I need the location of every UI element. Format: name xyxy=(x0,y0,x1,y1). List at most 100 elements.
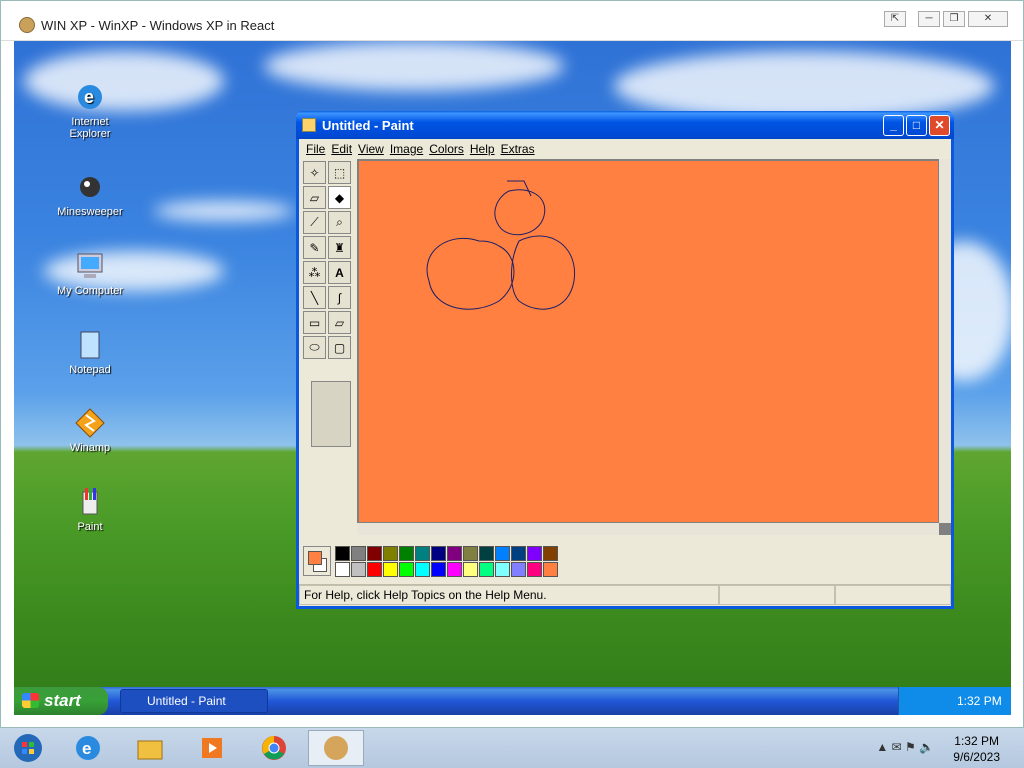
desktop-icon-winamp[interactable]: Winamp xyxy=(55,407,125,454)
desktop-icon-label: Minesweeper xyxy=(57,206,123,218)
pencil-icon[interactable]: ✎ xyxy=(303,236,326,259)
color-swatch[interactable] xyxy=(527,562,542,577)
horizontal-scrollbar[interactable] xyxy=(357,523,939,535)
color-swatch[interactable] xyxy=(399,546,414,561)
current-colors[interactable] xyxy=(303,546,331,576)
rectangle-icon[interactable]: ▭ xyxy=(303,311,326,334)
status-text: For Help, click Help Topics on the Help … xyxy=(299,585,719,605)
windows-start-orb[interactable] xyxy=(0,730,56,766)
color-swatch[interactable] xyxy=(511,562,526,577)
color-swatch[interactable] xyxy=(431,546,446,561)
color-swatch[interactable] xyxy=(511,546,526,561)
paint-icon xyxy=(74,486,106,518)
ie-taskbar-icon[interactable]: e xyxy=(60,730,116,766)
color-swatch[interactable] xyxy=(415,562,430,577)
host-resize-button[interactable]: ⇱ xyxy=(884,11,906,27)
eraser-icon[interactable]: ▱ xyxy=(303,186,326,209)
toolbox: ✧ ⬚ ▱ ◆ ⟋ ⌕ ✎ ♜ ⁂ A ╲ ∫ ▭ ▱ ⬭ ▢ xyxy=(303,161,353,521)
xp-taskbar: start Untitled - Paint 1:32 PM xyxy=(14,687,1011,715)
menu-image[interactable]: Image xyxy=(387,142,426,156)
color-swatch[interactable] xyxy=(479,562,494,577)
tray-icons: ▲ ✉ ⚑ 🔈 xyxy=(876,740,934,754)
free-select-icon[interactable]: ✧ xyxy=(303,161,326,184)
color-swatch[interactable] xyxy=(543,546,558,561)
desktop-icon-my-computer[interactable]: My Computer xyxy=(55,250,125,297)
menu-view[interactable]: View xyxy=(355,142,387,156)
explorer-taskbar-icon[interactable] xyxy=(122,730,178,766)
color-swatch[interactable] xyxy=(351,546,366,561)
rect-select-icon[interactable]: ⬚ xyxy=(328,161,351,184)
maximize-button[interactable]: □ xyxy=(906,114,927,136)
menu-help[interactable]: Help xyxy=(467,142,498,156)
media-player-taskbar-icon[interactable] xyxy=(184,730,240,766)
color-swatch[interactable] xyxy=(367,546,382,561)
host-taskbar: e ▲ ✉ ⚑ 🔈 1:32 PM 9/6/2023 xyxy=(0,728,1024,768)
system-tray: 1:32 PM xyxy=(898,687,1011,715)
airbrush-icon[interactable]: ⁂ xyxy=(303,261,326,284)
curve-icon[interactable]: ∫ xyxy=(328,286,351,309)
color-swatch[interactable] xyxy=(383,562,398,577)
color-swatch[interactable] xyxy=(463,562,478,577)
paint-title: Untitled - Paint xyxy=(322,117,414,133)
text-icon[interactable]: A xyxy=(328,261,351,284)
canvas-area xyxy=(357,159,951,535)
fill-icon[interactable]: ◆ xyxy=(328,186,351,209)
desktop: e Internet Explorer Minesweeper My Compu… xyxy=(14,41,1011,715)
color-swatch[interactable] xyxy=(383,546,398,561)
line-icon[interactable]: ╲ xyxy=(303,286,326,309)
rounded-rect-icon[interactable]: ▢ xyxy=(328,336,351,359)
color-swatch[interactable] xyxy=(351,562,366,577)
color-swatch[interactable] xyxy=(495,562,510,577)
host-title: WIN XP - WinXP - Windows XP in React xyxy=(41,18,275,33)
paint-titlebar[interactable]: Untitled - Paint _ □ ✕ xyxy=(296,111,954,139)
paint-canvas[interactable] xyxy=(359,161,938,522)
host-minimize-button[interactable]: ─ xyxy=(918,11,940,27)
color-swatch[interactable] xyxy=(335,546,350,561)
doge-taskbar-icon[interactable] xyxy=(308,730,364,766)
color-swatch[interactable] xyxy=(431,562,446,577)
ellipse-icon[interactable]: ⬭ xyxy=(303,336,326,359)
vertical-scrollbar[interactable] xyxy=(939,159,951,523)
tool-options[interactable] xyxy=(311,381,351,447)
close-button[interactable]: ✕ xyxy=(929,114,950,136)
tray-clock: 1:32 PM xyxy=(957,694,1002,708)
doge-icon xyxy=(19,17,35,33)
picker-icon[interactable]: ⟋ xyxy=(303,211,326,234)
taskbar-item-paint[interactable]: Untitled - Paint xyxy=(120,689,268,713)
menu-edit[interactable]: Edit xyxy=(328,142,355,156)
color-swatch[interactable] xyxy=(335,562,350,577)
paint-body: File Edit View Image Colors Help Extras … xyxy=(299,139,951,606)
color-swatch[interactable] xyxy=(495,546,510,561)
magnifier-icon[interactable]: ⌕ xyxy=(328,211,351,234)
desktop-icon-minesweeper[interactable]: Minesweeper xyxy=(55,171,125,218)
color-swatch[interactable] xyxy=(447,562,462,577)
minimize-button[interactable]: _ xyxy=(883,114,904,136)
notepad-icon xyxy=(74,329,106,361)
color-swatch[interactable] xyxy=(415,546,430,561)
color-swatch[interactable] xyxy=(367,562,382,577)
brush-icon[interactable]: ♜ xyxy=(328,236,351,259)
host-clock[interactable]: 1:32 PM 9/6/2023 xyxy=(953,733,1000,765)
host-restore-button[interactable]: ❐ xyxy=(943,11,965,27)
color-swatch[interactable] xyxy=(447,546,462,561)
menu-extras[interactable]: Extras xyxy=(498,142,538,156)
menu-file[interactable]: File xyxy=(303,142,328,156)
polygon-icon[interactable]: ▱ xyxy=(328,311,351,334)
color-swatch[interactable] xyxy=(463,546,478,561)
color-swatch[interactable] xyxy=(479,546,494,561)
menu-colors[interactable]: Colors xyxy=(426,142,467,156)
desktop-icon-notepad[interactable]: Notepad xyxy=(55,329,125,376)
clock-date: 9/6/2023 xyxy=(953,750,1000,764)
color-swatch[interactable] xyxy=(399,562,414,577)
color-swatch[interactable] xyxy=(527,546,542,561)
desktop-icon-paint[interactable]: Paint xyxy=(55,486,125,533)
color-swatch[interactable] xyxy=(543,562,558,577)
menu-bar: File Edit View Image Colors Help Extras xyxy=(299,139,951,159)
foreground-color xyxy=(308,551,322,565)
start-button[interactable]: start xyxy=(14,687,108,715)
host-close-button[interactable]: ✕ xyxy=(968,11,1008,27)
desktop-icon-label: Winamp xyxy=(69,442,111,454)
desktop-icon-ie[interactable]: e Internet Explorer xyxy=(55,81,125,140)
status-cell-3 xyxy=(835,585,951,605)
chrome-taskbar-icon[interactable] xyxy=(246,730,302,766)
